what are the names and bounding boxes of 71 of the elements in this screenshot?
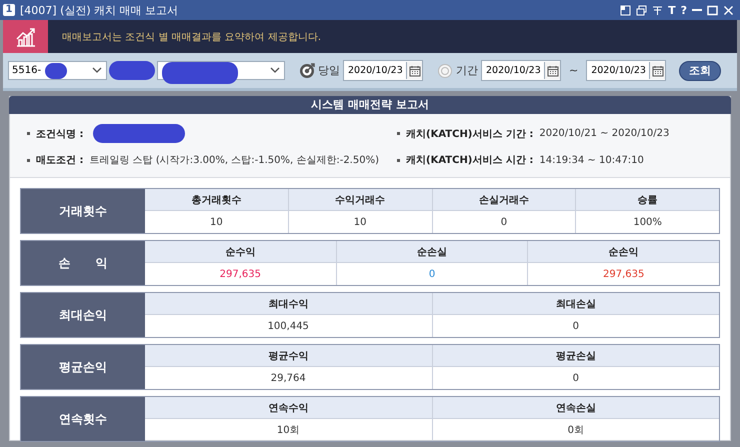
window-number-badge: 1 — [3, 4, 15, 16]
range-separator: ~ — [569, 64, 578, 77]
column-header: 평균수익 — [145, 345, 432, 367]
calendar-icon — [546, 64, 558, 76]
row-heading: 최대손익 — [21, 293, 145, 337]
table-cell-text: 297,635 — [218, 268, 262, 282]
windows-icon — [636, 4, 648, 16]
date-field[interactable]: 2020/10/23 — [343, 60, 423, 81]
toolbar-glyph[interactable]: T — [668, 4, 676, 16]
search-button[interactable]: 조회 — [679, 60, 721, 80]
info-label: 캐치(KATCH)서비스 기간 : — [406, 128, 534, 140]
info-value: 14:19:34 ~ 10:47:10 — [539, 154, 644, 166]
account-dropdown[interactable]: 5516- — [8, 61, 107, 80]
info-label: 캐치(KATCH)서비스 시간 : — [406, 154, 534, 167]
info-label: 조건식명 : — [36, 128, 84, 140]
row-heading: 손 익 — [21, 241, 145, 285]
column-header: 순손익 — [528, 241, 720, 263]
bullet-icon — [27, 158, 30, 162]
table-cell-text: 0 — [428, 268, 436, 282]
table-cell-text: 10회 — [276, 424, 301, 438]
redaction-mark — [45, 63, 67, 79]
calendar-icon — [652, 64, 664, 76]
close-icon — [723, 4, 734, 16]
maximize-icon — [707, 4, 718, 16]
table-cell-text: 10 — [209, 216, 224, 230]
info-value: 트레일링 스탑 (시작가:3.00%, 스탑:-1.50%, 손실제한:-2.50%) — [89, 154, 379, 167]
radio-icon[interactable] — [437, 62, 453, 78]
column-header: 순손실 — [336, 241, 528, 263]
column-header: 최대손실 — [432, 293, 719, 315]
caret-icon — [270, 67, 280, 74]
column-header: 손실거래수 — [432, 189, 576, 211]
row-heading: 연속횟수 — [21, 397, 145, 441]
info-label: 매도조건 : — [36, 154, 84, 167]
column-header: 승률 — [576, 189, 719, 211]
bullet-icon — [27, 132, 30, 135]
caret-icon — [92, 67, 102, 74]
date-field[interactable]: 2020/10/23 — [481, 60, 561, 81]
table-cell-text: 100% — [632, 216, 663, 230]
column-header: 연속수익 — [145, 397, 432, 419]
table-cell-text: 0 — [500, 216, 508, 230]
column-header: 연속손실 — [432, 397, 719, 419]
table-cell-text: 0 — [572, 372, 580, 386]
layout-icon — [620, 4, 632, 16]
target-radio-icon[interactable] — [299, 62, 315, 78]
mode-label: 당일 — [318, 63, 340, 78]
row-heading: 평균손익 — [21, 345, 145, 389]
column-header: 순수익 — [145, 241, 336, 263]
column-header: 최대수익 — [145, 293, 432, 315]
table-cell-text: 0 — [572, 320, 580, 334]
bullet-icon — [397, 158, 400, 162]
row-heading: 거래횟수 — [21, 189, 145, 233]
calendar-icon — [408, 64, 420, 76]
redaction-mark — [109, 61, 155, 80]
mode-label: 기간 — [456, 63, 478, 78]
minimize-icon — [692, 9, 702, 11]
chart-icon — [14, 26, 38, 48]
table-cell-text: 10 — [352, 216, 368, 230]
column-header: 수익거래수 — [288, 189, 432, 211]
date-field[interactable]: 2020/10/23 — [586, 60, 666, 81]
table-cell-text: 297,635 — [602, 268, 646, 282]
banner-text: 매매보고서는 조건식 별 매매결과를 요약하여 제공합니다. — [62, 30, 322, 44]
bullet-icon — [397, 132, 400, 135]
info-value: 2020/10/21 ~ 2020/10/23 — [539, 128, 670, 139]
table-cell-text: 0회 — [566, 424, 585, 438]
toolbar-glyph[interactable]: ? — [680, 4, 687, 16]
table-cell-text: 29,764 — [270, 372, 307, 386]
column-header: 평균손실 — [432, 345, 719, 367]
column-header: 총거래횟수 — [145, 189, 288, 211]
window-title: [4007] (실전) 캐치 매매 보고서 — [20, 2, 180, 18]
report-title: 시스템 매매전략 보고서 — [9, 96, 731, 114]
table-cell-text: 100,445 — [266, 320, 310, 334]
